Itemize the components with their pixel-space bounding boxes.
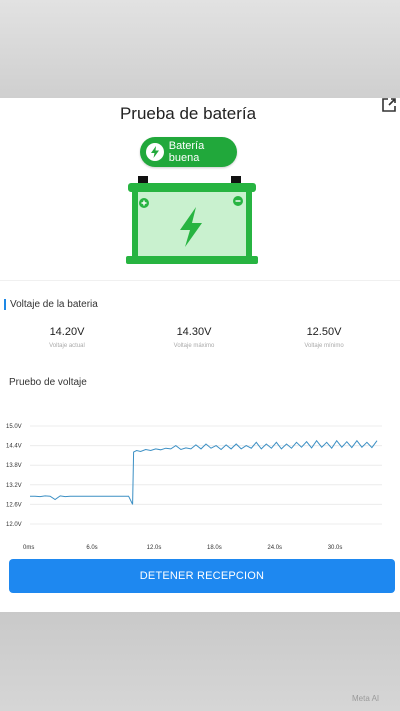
stat-max-voltage: 14.30V Voltaje máximo	[144, 326, 244, 349]
stat-label: Voltaje mínimo	[304, 343, 344, 349]
page-title: Prueba de batería	[119, 104, 257, 123]
x-tick-label: 24.0s	[267, 545, 282, 551]
x-tick-label: 18.0s	[207, 545, 222, 551]
stat-label: Voltaje máximo	[173, 343, 215, 349]
stop-reception-button[interactable]: DETENER RECEPCION	[9, 559, 395, 593]
stat-value: 14.20V	[49, 326, 85, 338]
status-badge: Batería buena	[140, 137, 237, 167]
meta-ai-watermark: Meta AI	[352, 694, 380, 703]
y-tick-label: 14.4V	[6, 444, 22, 450]
y-tick-label: 12.0V	[6, 522, 22, 528]
background-top	[0, 0, 400, 98]
y-tick-label: 13.8V	[6, 463, 22, 469]
lightning-icon	[146, 143, 164, 161]
stat-label: Voltaje actual	[49, 343, 85, 349]
voltage-chart: 15.0V 14.4V 13.8V 13.2V 12.6V 12.0V 0ms 6.0s 12.…	[6, 424, 382, 551]
y-tick-label: 13.2V	[6, 483, 22, 489]
status-badge-label: Batería buena	[168, 140, 205, 164]
stat-min-voltage: 12.50V Voltaje mínimo	[274, 326, 374, 349]
voltage-section-label: Voltaje de la bateria	[10, 299, 98, 310]
divider	[0, 280, 400, 281]
y-tick-label: 12.6V	[6, 502, 22, 508]
voltage-series-line	[30, 439, 378, 505]
background-bottom	[0, 612, 400, 711]
share-icon[interactable]	[380, 96, 398, 114]
chart-title: Pruebo de voltaje	[9, 377, 87, 388]
battery-icon	[122, 173, 262, 268]
voltage-section-title: Voltaje de la bateria	[4, 299, 98, 310]
x-tick-label: 30.0s	[328, 545, 343, 551]
stat-value: 14.30V	[176, 326, 212, 338]
x-tick-label: 6.0s	[86, 545, 97, 551]
y-tick-label: 15.0V	[6, 424, 22, 430]
x-tick-label: 12.0s	[147, 545, 162, 551]
section-accent-bar	[4, 299, 6, 310]
stat-current-voltage: 14.20V Voltaje actual	[17, 326, 117, 349]
stat-value: 12.50V	[306, 326, 342, 338]
x-tick-label: 0ms	[23, 545, 34, 551]
